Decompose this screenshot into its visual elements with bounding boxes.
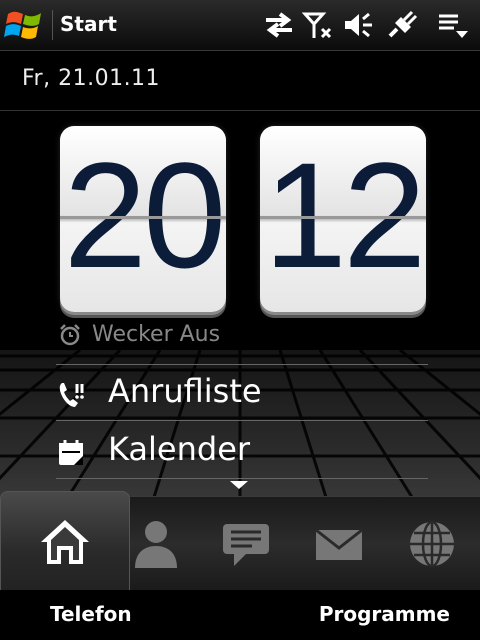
internet-tab[interactable] (384, 497, 480, 591)
list-divider (56, 364, 428, 365)
date-divider (0, 110, 480, 111)
clock-minutes-card[interactable]: 12 (260, 126, 426, 312)
calendar-label: Kalender (108, 430, 251, 468)
envelope-icon (315, 528, 363, 560)
no-signal-antenna-icon[interactable] (301, 10, 336, 40)
globe-icon (410, 520, 454, 568)
list-item-call-history[interactable]: Anrufliste (56, 366, 428, 418)
list-item-calendar[interactable]: Kalender (56, 424, 428, 476)
windows-start-icon[interactable] (4, 6, 46, 44)
softkey-phone[interactable]: Telefon (50, 602, 132, 626)
list-divider (56, 478, 428, 479)
calendar-icon (59, 440, 83, 465)
message-bubble-icon (223, 524, 269, 566)
call-history-icon (59, 383, 84, 407)
person-icon (135, 521, 177, 568)
call-history-label: Anrufliste (108, 372, 262, 410)
alarm-clock-icon (60, 324, 80, 346)
date-display: Fr, 21.01.11 (22, 66, 161, 91)
statusbar-title[interactable]: Start (60, 12, 117, 36)
flip-shadow (260, 126, 426, 219)
scroll-more-arrow[interactable] (230, 481, 248, 489)
mail-tab[interactable] (291, 497, 387, 591)
data-sync-icon[interactable] (262, 10, 296, 40)
flip-shadow (60, 126, 226, 219)
home-icon (41, 520, 89, 564)
volume-off-icon[interactable] (342, 10, 376, 40)
menu-dropdown-icon[interactable] (436, 10, 470, 40)
tab-bar (0, 491, 480, 592)
alarm-label: Wecker Aus (92, 322, 221, 347)
flip-hinge (60, 216, 226, 219)
flip-hinge (260, 216, 426, 219)
messages-tab[interactable] (198, 497, 294, 591)
charging-plug-icon[interactable] (384, 10, 418, 40)
statusbar-separator (52, 10, 53, 40)
softkey-bar: Telefon Programme (0, 590, 480, 640)
clock-hours-card[interactable]: 20 (60, 126, 226, 312)
softkey-programs[interactable]: Programme (319, 602, 450, 626)
contacts-tab[interactable] (108, 497, 204, 591)
list-divider (56, 420, 428, 421)
status-bar: Start (0, 0, 480, 51)
